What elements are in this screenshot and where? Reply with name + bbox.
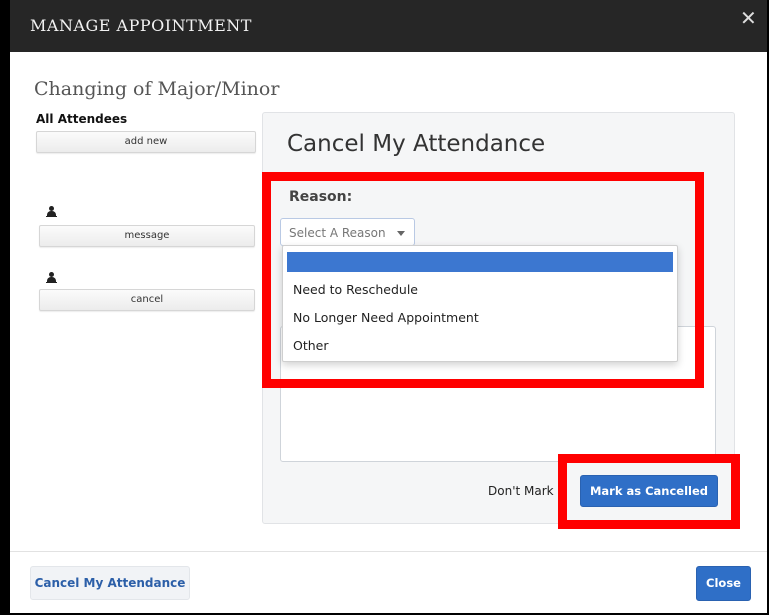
reason-select-value: Select A Reason — [289, 226, 386, 240]
person-icon — [46, 206, 57, 218]
dropdown-option-reschedule[interactable]: Need to Reschedule — [287, 279, 673, 299]
dropdown-option-other[interactable]: Other — [287, 335, 673, 355]
person-icon — [46, 272, 57, 284]
message-button[interactable]: message — [39, 225, 255, 247]
panel-title: Cancel My Attendance — [287, 131, 546, 157]
dropdown-option-no-longer-need[interactable]: No Longer Need Appointment — [287, 307, 673, 327]
caret-down-icon — [397, 231, 405, 236]
reason-dropdown-menu: Need to Reschedule No Longer Need Appoin… — [282, 245, 678, 362]
footer-divider — [10, 551, 767, 552]
mark-as-cancelled-button[interactable]: Mark as Cancelled — [580, 475, 718, 507]
close-icon[interactable]: ✕ — [740, 6, 757, 30]
manage-appointment-modal: MANAGE APPOINTMENT ✕ Changing of Major/M… — [10, 0, 767, 613]
cancel-my-attendance-button[interactable]: Cancel My Attendance — [30, 566, 190, 600]
add-new-button[interactable]: add new — [36, 131, 256, 153]
attendees-label: All Attendees — [36, 112, 128, 126]
dropdown-option-blank[interactable] — [287, 252, 673, 272]
close-button[interactable]: Close — [696, 566, 751, 601]
page-title: Changing of Major/Minor — [34, 78, 280, 100]
reason-label: Reason: — [289, 189, 353, 205]
dont-mark-link[interactable]: Don't Mark — [488, 484, 554, 498]
cancel-attendee-button[interactable]: cancel — [39, 289, 255, 311]
reason-select[interactable]: Select A Reason — [280, 218, 415, 246]
modal-title: MANAGE APPOINTMENT — [30, 16, 252, 35]
modal-header: MANAGE APPOINTMENT ✕ — [10, 0, 767, 52]
